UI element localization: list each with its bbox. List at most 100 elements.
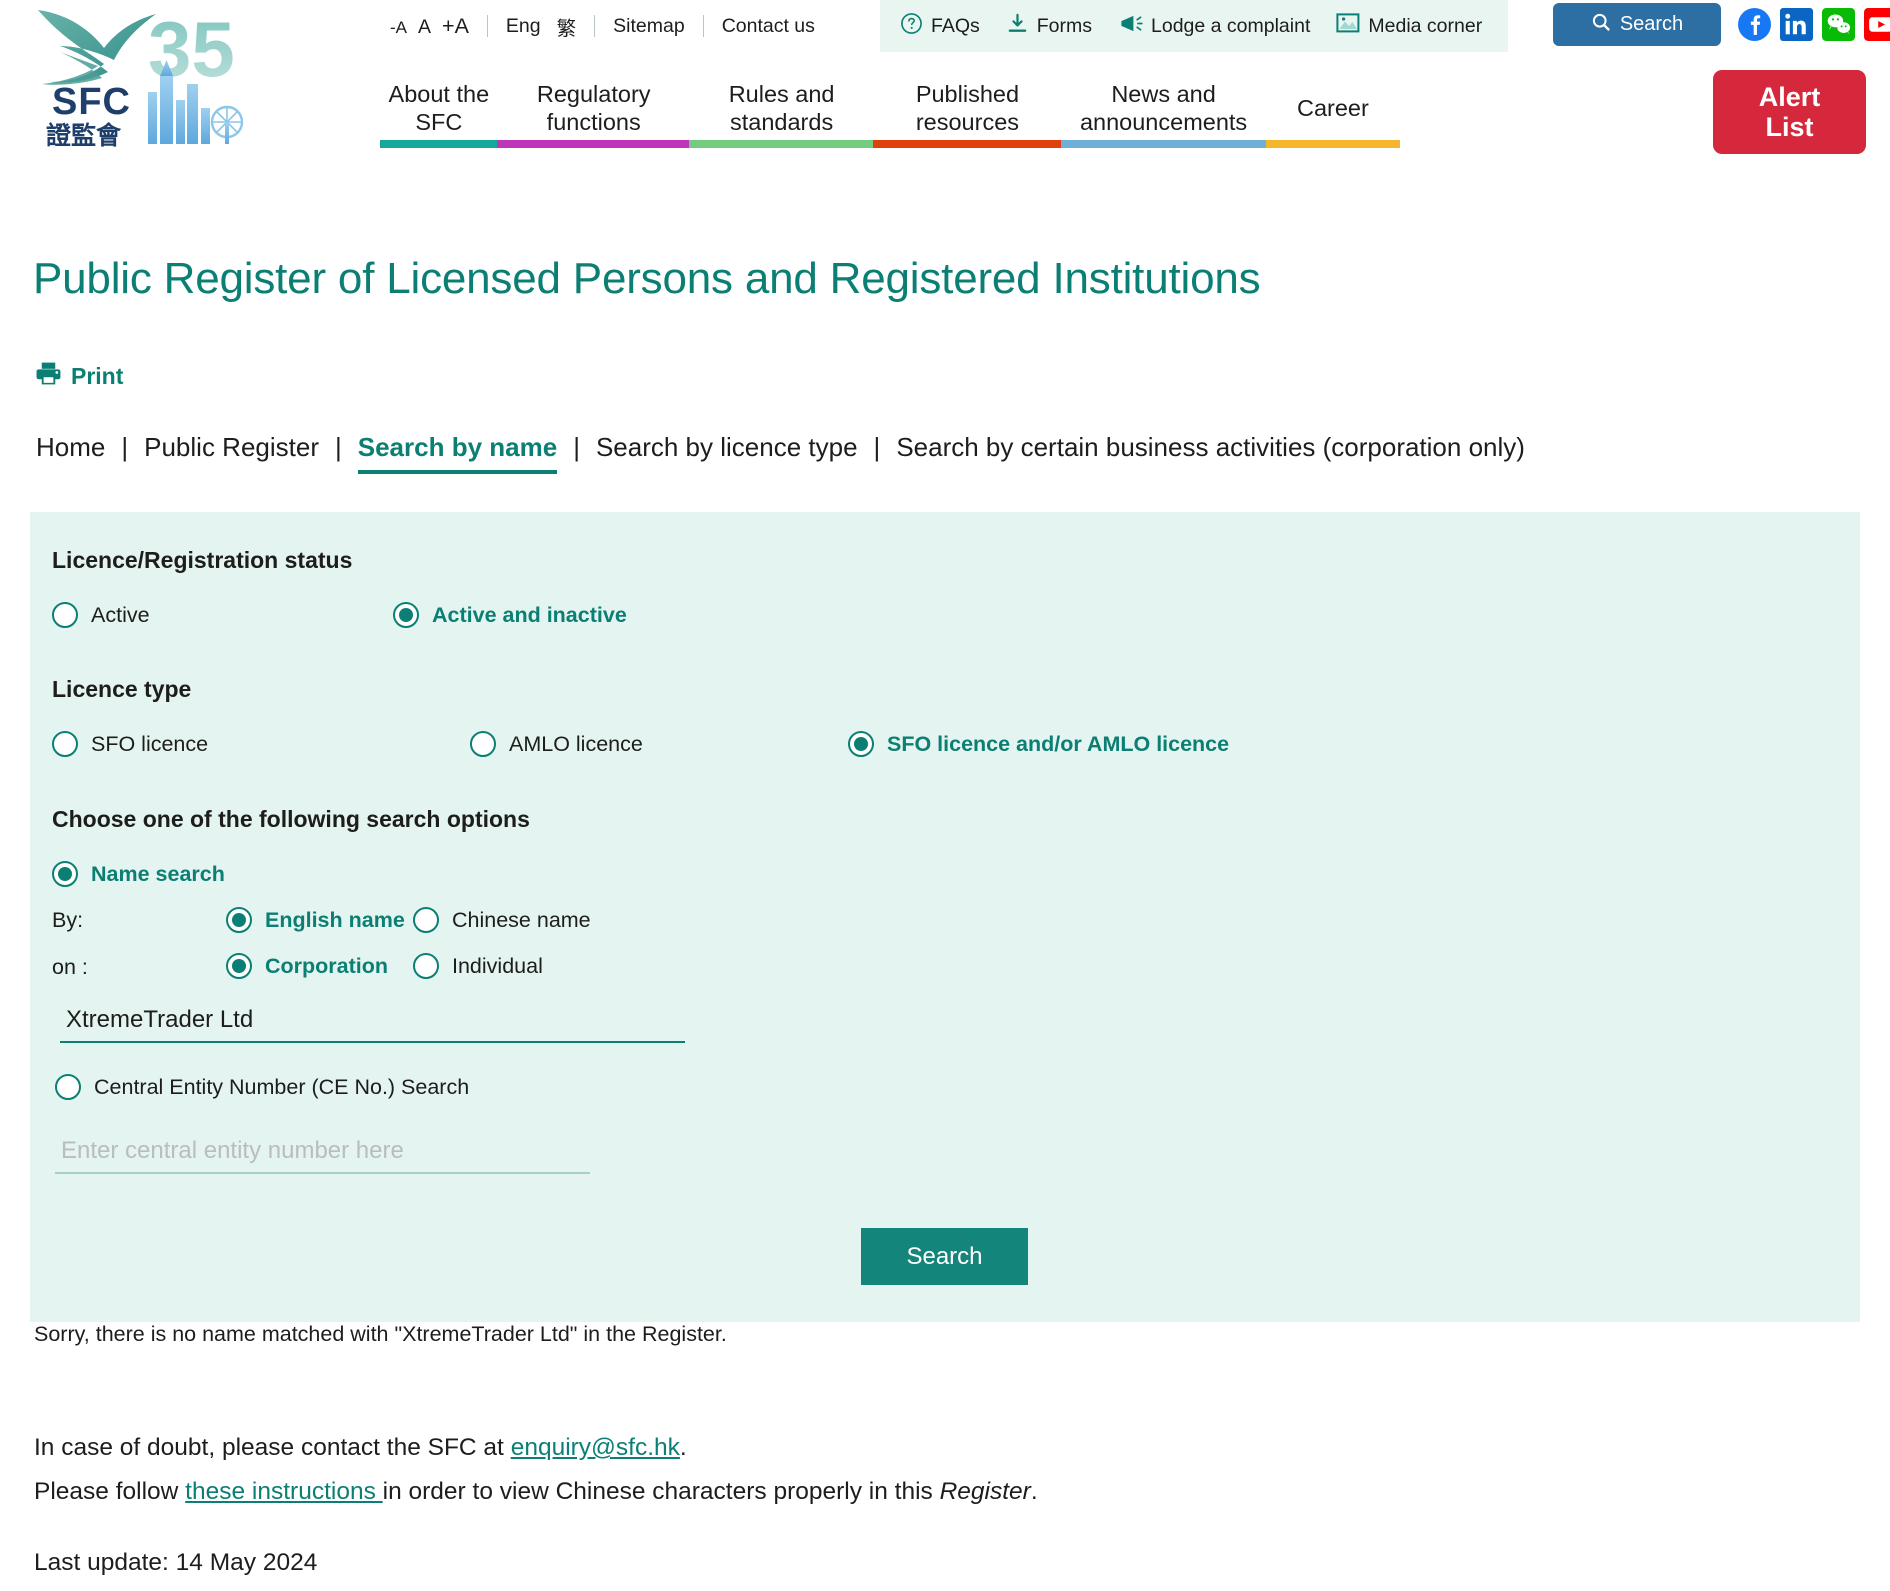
lodge-complaint-link[interactable]: Lodge a complaint <box>1118 12 1310 41</box>
radio-label: Individual <box>452 953 543 978</box>
font-increase-button[interactable]: +A <box>442 14 469 39</box>
download-icon <box>1006 12 1029 41</box>
nav-color-bar <box>380 140 1400 148</box>
breadcrumb-item-public-register[interactable]: Public Register <box>144 432 319 463</box>
breadcrumb-item-home[interactable]: Home <box>36 432 105 463</box>
radio-dot <box>52 861 78 887</box>
contact-note-period: . <box>679 1434 687 1461</box>
youtube-icon[interactable] <box>1864 8 1890 41</box>
instructions-note-pre: Please follow <box>34 1478 186 1505</box>
radio-label: English name <box>265 907 405 932</box>
instructions-note: Please follow these instructions in orde… <box>34 1478 1038 1506</box>
search-icon <box>1591 12 1611 38</box>
radio-dot <box>52 602 78 628</box>
media-corner-link[interactable]: Media corner <box>1336 12 1482 40</box>
sfc-logo[interactable]: 35 SFC 證監會 <box>30 4 255 150</box>
radio-label: Name search <box>91 861 225 886</box>
nav-item-news-and[interactable]: News and announcements <box>1061 78 1265 140</box>
nav-color-segment <box>497 140 690 148</box>
language-chinese-link[interactable]: 繁 <box>557 12 577 41</box>
contact-note-text: In case of doubt, please contact the SFC… <box>34 1434 511 1461</box>
these-instructions-link[interactable]: these instructions <box>185 1478 382 1505</box>
radio-dot <box>52 731 78 757</box>
instructions-note-post: . <box>1030 1478 1038 1505</box>
nav-item-rules-and[interactable]: Rules and standards <box>690 78 874 140</box>
radio-name-search[interactable]: Name search <box>52 861 225 887</box>
radio-dot <box>848 731 874 757</box>
breadcrumb-separator: | <box>121 432 129 462</box>
radio-label: Active <box>91 602 150 627</box>
printer-icon <box>35 361 62 392</box>
radio-dot <box>393 602 419 628</box>
nav-item-published[interactable]: Published resources <box>873 78 1061 140</box>
radio-by-chinese-name[interactable]: Chinese name <box>413 907 591 933</box>
search-result-message: Sorry, there is no name matched with "Xt… <box>34 1322 727 1346</box>
search-options-heading: Choose one of the following search optio… <box>52 806 530 832</box>
font-decrease-button[interactable]: -A <box>390 18 407 38</box>
radio-label: SFO licence <box>91 731 209 756</box>
nav-item-label: Career <box>1296 95 1369 122</box>
alert-list-line1: Alert <box>1758 81 1821 112</box>
question-circle-icon <box>900 12 923 41</box>
nav-item-about-the[interactable]: About the SFC <box>380 78 498 140</box>
by-label: By: <box>52 908 84 932</box>
enquiry-email-link[interactable]: enquiry@sfc.hk <box>511 1434 680 1461</box>
radio-on-individual[interactable]: Individual <box>413 953 543 979</box>
ce-number-input[interactable] <box>55 1135 590 1174</box>
utility-mint-links: FAQs Forms Lodge a complaint Media corne… <box>900 0 1482 52</box>
top-utility-bar: -A A +A Eng 繁 Sitemap Contact us FAQs Fo… <box>0 0 1890 52</box>
search-submit-button[interactable]: Search <box>861 1228 1028 1285</box>
divider <box>702 15 704 37</box>
print-button[interactable]: Print <box>35 361 123 392</box>
radio-label: Corporation <box>265 953 389 978</box>
divider <box>486 15 488 37</box>
name-search-input[interactable] <box>60 1004 685 1043</box>
radio-label: Central Entity Number (CE No.) Search <box>94 1074 470 1099</box>
nav-color-segment <box>380 140 498 148</box>
radio-label: Active and inactive <box>432 602 627 627</box>
nav-item-label: Rules and standards <box>728 81 835 135</box>
wechat-icon[interactable] <box>1822 8 1855 41</box>
radio-by-english-name[interactable]: English name <box>226 907 405 933</box>
breadcrumb-item-search-by-licence-type[interactable]: Search by licence type <box>596 432 858 463</box>
media-corner-label: Media corner <box>1368 14 1483 37</box>
forms-link[interactable]: Forms <box>1006 12 1092 41</box>
breadcrumb-item-search-by-certain-business-activities-corporation-only[interactable]: Search by certain business activities (c… <box>896 432 1525 463</box>
sitemap-link[interactable]: Sitemap <box>613 15 685 38</box>
radio-licence-sfo[interactable]: SFO licence <box>52 731 208 757</box>
nav-item-career[interactable]: Career <box>1266 78 1400 140</box>
radio-ce-number-search[interactable]: Central Entity Number (CE No.) Search <box>55 1074 469 1100</box>
lodge-complaint-label: Lodge a complaint <box>1151 14 1311 37</box>
header-search-label: Search <box>1619 13 1684 35</box>
radio-label: SFO licence and/or AMLO licence <box>887 731 1230 756</box>
header-search-button[interactable]: Search <box>1553 3 1721 46</box>
breadcrumb: Home | Public Register | Search by name | Sear… <box>36 432 1525 474</box>
licence-type-heading: Licence type <box>52 676 192 702</box>
radio-on-corporation[interactable]: Corporation <box>226 953 388 979</box>
nav-color-segment <box>1266 140 1400 148</box>
search-form-panel: Licence/Registration status Active Activ… <box>30 512 1860 1322</box>
on-label: on : <box>52 955 88 979</box>
facebook-icon[interactable] <box>1738 8 1771 41</box>
register-word: Register <box>939 1478 1031 1505</box>
font-normal-button[interactable]: A <box>418 16 431 39</box>
radio-licence-amlo[interactable]: AMLO licence <box>470 731 643 757</box>
faqs-link[interactable]: FAQs <box>900 12 980 41</box>
contact-us-link[interactable]: Contact us <box>722 15 815 38</box>
nav-item-regulatory[interactable]: Regulatory functions <box>498 78 690 140</box>
language-english-link[interactable]: Eng <box>506 15 541 38</box>
radio-status-active[interactable]: Active <box>52 602 150 628</box>
megaphone-icon <box>1118 12 1143 41</box>
radio-licence-sfo-and-or-amlo[interactable]: SFO licence and/or AMLO licence <box>848 731 1229 757</box>
utility-links-row: -A A +A Eng 繁 Sitemap Contact us <box>390 4 815 48</box>
social-links <box>1738 8 1890 41</box>
print-label: Print <box>71 363 124 389</box>
divider <box>594 15 596 37</box>
radio-status-active-and-inactive[interactable]: Active and inactive <box>393 602 627 628</box>
nav-color-segment <box>1061 140 1267 148</box>
alert-list-button[interactable]: Alert List <box>1713 70 1866 154</box>
breadcrumb-item-search-by-name[interactable]: Search by name <box>357 432 558 474</box>
faqs-label: FAQs <box>931 14 980 37</box>
linkedin-icon[interactable] <box>1780 8 1813 41</box>
contact-note: In case of doubt, please contact the SFC… <box>34 1434 687 1462</box>
